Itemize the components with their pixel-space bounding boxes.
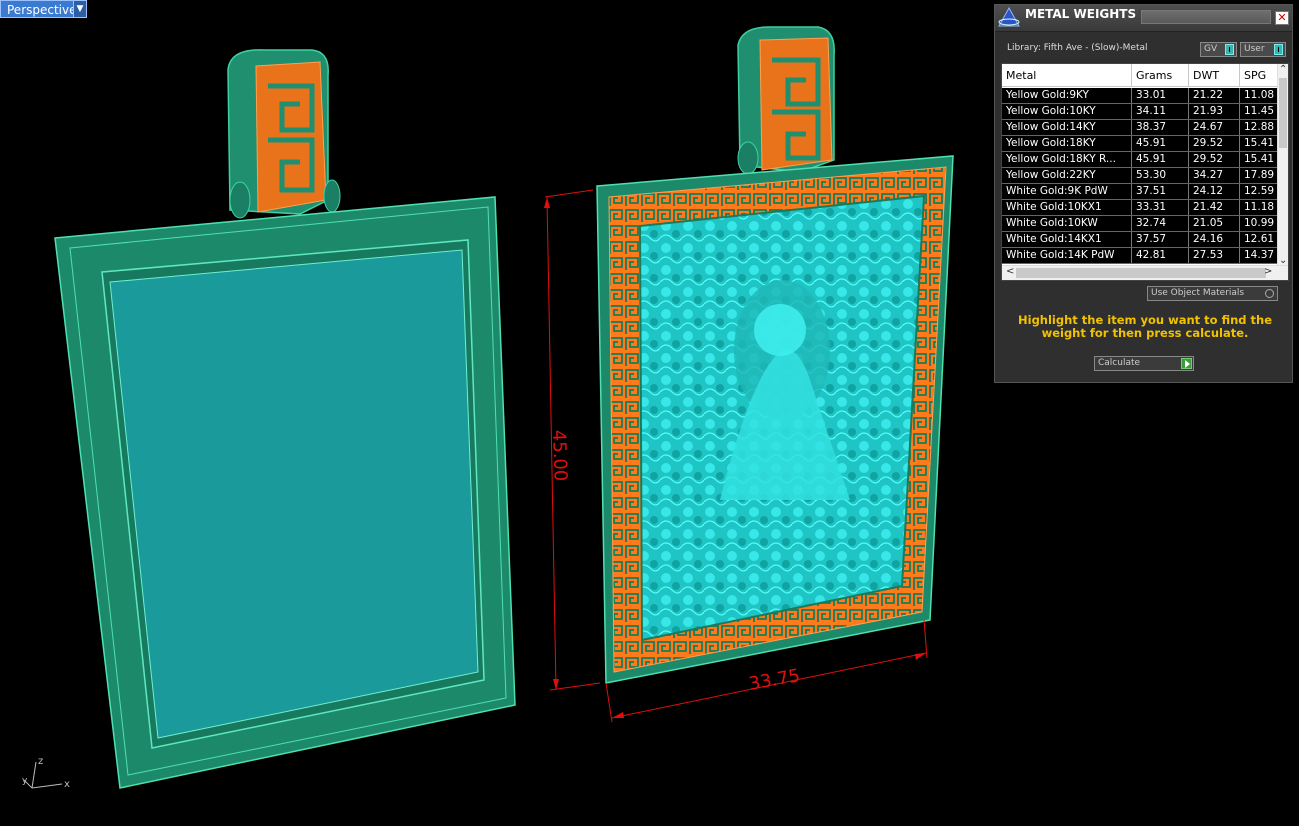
cell-spg: 17.89 bbox=[1240, 168, 1280, 183]
cell-grams: 45.91 bbox=[1132, 136, 1189, 151]
cell-dwt: 21.93 bbox=[1189, 104, 1240, 119]
table-row[interactable]: Yellow Gold:10KY 34.11 21.93 11.45 bbox=[1002, 104, 1280, 120]
scroll-up-icon[interactable]: ⌃ bbox=[1279, 64, 1287, 75]
cell-spg: 10.99 bbox=[1240, 216, 1280, 231]
metal-weights-panel: METAL WEIGHTS ✕ Library: Fifth Ave - (Sl… bbox=[994, 4, 1293, 383]
cell-spg: 12.59 bbox=[1240, 184, 1280, 199]
table-row[interactable]: White Gold:10KX1 33.31 21.42 11.18 bbox=[1002, 200, 1280, 216]
scroll-right-icon[interactable]: > bbox=[1264, 266, 1272, 277]
use-object-materials-label: Use Object Materials bbox=[1151, 288, 1245, 298]
cell-grams: 34.11 bbox=[1132, 104, 1189, 119]
col-header-metal[interactable]: Metal bbox=[1002, 64, 1132, 87]
instruction-text: Highlight the item you want to find the … bbox=[1018, 313, 1272, 340]
cell-spg: 11.08 bbox=[1240, 88, 1280, 103]
title-strip bbox=[1141, 10, 1271, 24]
cell-metal: Yellow Gold:10KY bbox=[1002, 104, 1132, 119]
cell-grams: 53.30 bbox=[1132, 168, 1189, 183]
panel-title: METAL WEIGHTS bbox=[1025, 7, 1137, 21]
cell-dwt: 21.42 bbox=[1189, 200, 1240, 215]
play-icon bbox=[1181, 358, 1192, 369]
table-row[interactable]: Yellow Gold:22KY 53.30 34.27 17.89 bbox=[1002, 168, 1280, 184]
cell-dwt: 34.27 bbox=[1189, 168, 1240, 183]
axis-y-label: y bbox=[22, 776, 28, 786]
cell-dwt: 27.53 bbox=[1189, 248, 1240, 263]
table-row[interactable]: White Gold:14K PdW 42.81 27.53 14.37 bbox=[1002, 248, 1280, 264]
toggle-switch-icon bbox=[1225, 44, 1234, 55]
cell-spg: 15.41 bbox=[1240, 152, 1280, 167]
calculate-button[interactable]: Calculate bbox=[1094, 356, 1194, 371]
cell-metal: Yellow Gold:14KY bbox=[1002, 120, 1132, 135]
gv-toggle-label: GV bbox=[1204, 44, 1218, 54]
table-row[interactable]: White Gold:14KX1 37.57 24.16 12.61 bbox=[1002, 232, 1280, 248]
cell-spg: 12.61 bbox=[1240, 232, 1280, 247]
scroll-thumb[interactable] bbox=[1279, 78, 1287, 148]
col-header-spg[interactable]: SPG bbox=[1240, 64, 1280, 87]
cell-spg: 11.45 bbox=[1240, 104, 1280, 119]
toggle-switch-icon bbox=[1274, 44, 1283, 55]
cell-dwt: 24.16 bbox=[1189, 232, 1240, 247]
panel-titlebar[interactable]: METAL WEIGHTS ✕ bbox=[995, 5, 1292, 32]
cell-metal: Yellow Gold:9KY bbox=[1002, 88, 1132, 103]
cell-spg: 11.18 bbox=[1240, 200, 1280, 215]
cell-dwt: 24.67 bbox=[1189, 120, 1240, 135]
dimension-height-label: 45.00 bbox=[548, 429, 571, 481]
vertical-scrollbar[interactable]: ⌃ ⌄ bbox=[1277, 64, 1288, 266]
gv-toggle[interactable]: GV bbox=[1200, 42, 1237, 57]
use-object-materials-option[interactable]: Use Object Materials bbox=[1147, 286, 1278, 301]
cell-metal: Yellow Gold:18KY R... bbox=[1002, 152, 1132, 167]
user-toggle[interactable]: User bbox=[1240, 42, 1286, 57]
table-row[interactable]: Yellow Gold:9KY 33.01 21.22 11.08 bbox=[1002, 88, 1280, 104]
metal-table[interactable]: Metal Grams DWT SPG Yellow Gold:9KY 33.01… bbox=[1001, 63, 1289, 281]
axis-x-label: x bbox=[64, 779, 70, 790]
cell-grams: 38.37 bbox=[1132, 120, 1189, 135]
cell-metal: White Gold:10KX1 bbox=[1002, 200, 1132, 215]
viewport-label[interactable]: Perspective bbox=[0, 0, 84, 18]
table-row[interactable]: Yellow Gold:18KY 45.91 29.52 15.41 bbox=[1002, 136, 1280, 152]
cell-metal: Yellow Gold:18KY bbox=[1002, 136, 1132, 151]
table-row[interactable]: Yellow Gold:14KY 38.37 24.67 12.88 bbox=[1002, 120, 1280, 136]
calculate-label: Calculate bbox=[1098, 358, 1141, 368]
cell-grams: 42.81 bbox=[1132, 248, 1189, 263]
cell-dwt: 21.05 bbox=[1189, 216, 1240, 231]
cell-grams: 33.31 bbox=[1132, 200, 1189, 215]
library-label: Library: Fifth Ave - (Slow)-Metal bbox=[1007, 43, 1148, 53]
cell-metal: White Gold:14K PdW bbox=[1002, 248, 1132, 263]
horizontal-scrollbar[interactable]: < > bbox=[1002, 265, 1288, 280]
cell-dwt: 21.22 bbox=[1189, 88, 1240, 103]
col-header-dwt[interactable]: DWT bbox=[1189, 64, 1240, 87]
axis-gizmo: z x y bbox=[22, 756, 70, 790]
radio-icon[interactable] bbox=[1265, 289, 1274, 298]
col-header-grams[interactable]: Grams bbox=[1132, 64, 1189, 87]
scroll-thumb[interactable] bbox=[1016, 268, 1266, 278]
cell-spg: 15.41 bbox=[1240, 136, 1280, 151]
table-header: Metal Grams DWT SPG bbox=[1002, 64, 1280, 87]
cell-grams: 45.91 bbox=[1132, 152, 1189, 167]
table-body: Yellow Gold:9KY 33.01 21.22 11.08 Yellow Gol… bbox=[1002, 88, 1280, 264]
axis-z-label: z bbox=[38, 756, 43, 767]
cell-grams: 37.57 bbox=[1132, 232, 1189, 247]
cell-dwt: 29.52 bbox=[1189, 136, 1240, 151]
cell-metal: Yellow Gold:22KY bbox=[1002, 168, 1132, 183]
left-pendant bbox=[54, 49, 516, 789]
table-row[interactable]: White Gold:10KW 32.74 21.05 10.99 bbox=[1002, 216, 1280, 232]
table-row[interactable]: Yellow Gold:18KY R... 45.91 29.52 15.41 bbox=[1002, 152, 1280, 168]
app-logo-icon bbox=[998, 6, 1020, 27]
cell-metal: White Gold:9K PdW bbox=[1002, 184, 1132, 199]
cell-dwt: 24.12 bbox=[1189, 184, 1240, 199]
close-icon[interactable]: ✕ bbox=[1275, 11, 1289, 25]
dimension-width-label: 33.75 bbox=[747, 665, 801, 695]
cell-metal: White Gold:14KX1 bbox=[1002, 232, 1132, 247]
right-pendant bbox=[596, 26, 954, 684]
cell-grams: 33.01 bbox=[1132, 88, 1189, 103]
cell-grams: 37.51 bbox=[1132, 184, 1189, 199]
table-row[interactable]: White Gold:9K PdW 37.51 24.12 12.59 bbox=[1002, 184, 1280, 200]
cell-metal: White Gold:10KW bbox=[1002, 216, 1132, 231]
user-toggle-label: User bbox=[1244, 44, 1265, 54]
scroll-left-icon[interactable]: < bbox=[1006, 266, 1014, 277]
cell-dwt: 29.52 bbox=[1189, 152, 1240, 167]
cell-spg: 14.37 bbox=[1240, 248, 1280, 263]
chevron-down-icon[interactable]: ▼ bbox=[73, 0, 87, 18]
cell-spg: 12.88 bbox=[1240, 120, 1280, 135]
cell-grams: 32.74 bbox=[1132, 216, 1189, 231]
